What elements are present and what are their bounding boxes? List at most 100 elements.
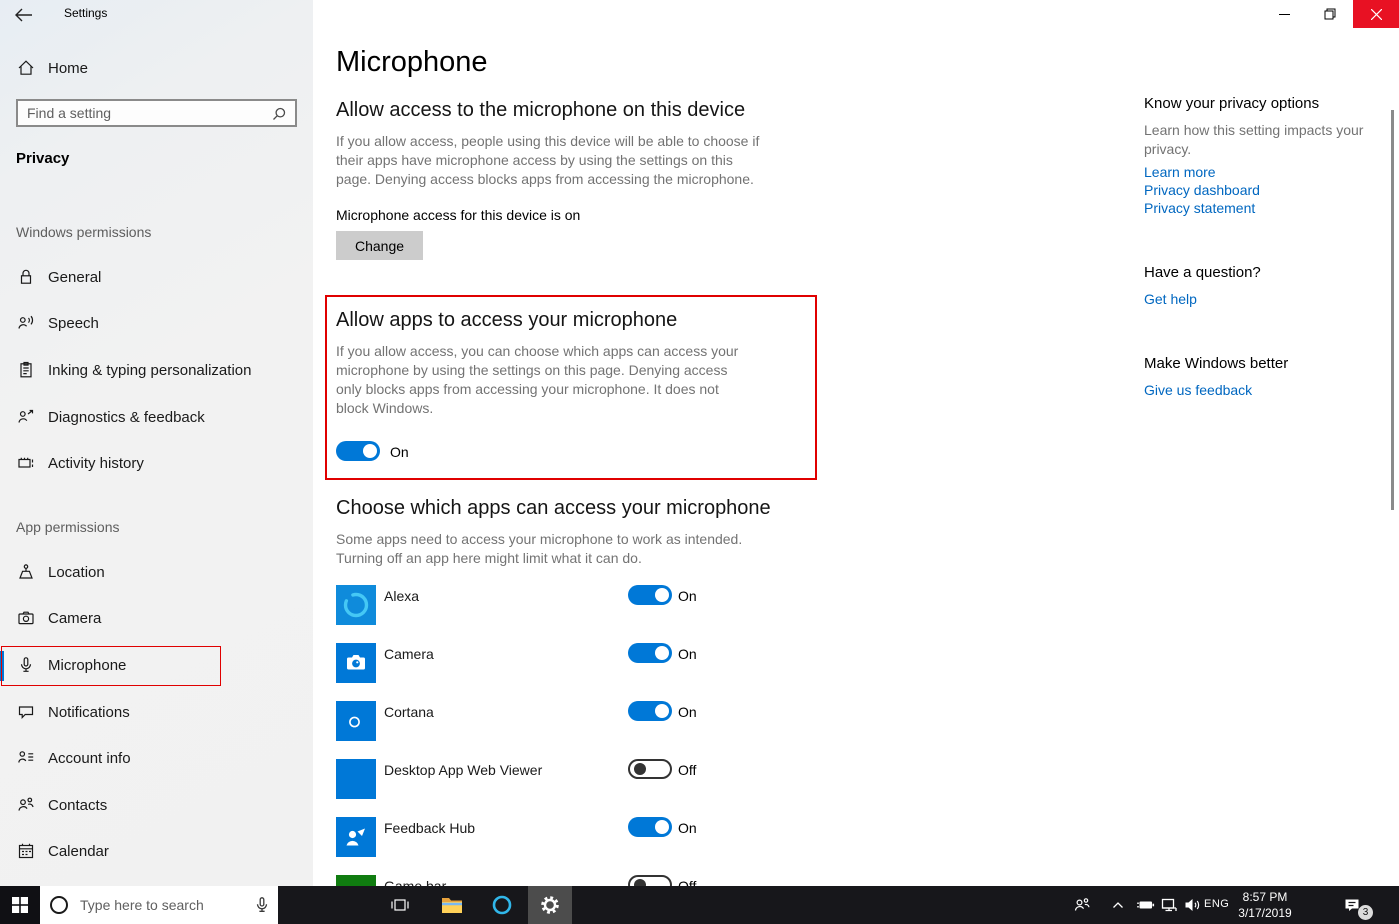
start-button[interactable] bbox=[0, 886, 40, 924]
app-row-cortana: Cortana On bbox=[336, 701, 816, 741]
back-arrow-icon bbox=[15, 8, 33, 22]
scrollbar[interactable] bbox=[1391, 110, 1394, 510]
clipboard-icon bbox=[16, 360, 36, 380]
sidebar: Settings Home Privacy Windows permission… bbox=[0, 0, 313, 886]
contacts-icon bbox=[16, 795, 36, 815]
battery-icon[interactable] bbox=[1136, 895, 1156, 915]
privacy-options-description: Learn how this setting impacts your priv… bbox=[1144, 121, 1369, 159]
change-button[interactable]: Change bbox=[336, 231, 423, 260]
camera-app-icon bbox=[336, 643, 376, 683]
desktop-app-web-viewer-toggle[interactable] bbox=[628, 759, 672, 779]
close-icon bbox=[1371, 9, 1382, 20]
search-box bbox=[16, 99, 297, 127]
section-header-app-permissions: App permissions bbox=[16, 519, 120, 535]
device-access-status: Microphone access for this device is on bbox=[336, 207, 580, 223]
sidebar-item-location[interactable]: Location bbox=[0, 552, 313, 592]
feedback-hub-toggle[interactable] bbox=[628, 817, 672, 837]
back-button[interactable] bbox=[8, 1, 40, 29]
people-icon[interactable] bbox=[1072, 895, 1092, 915]
home-icon bbox=[16, 58, 36, 78]
restore-icon bbox=[1324, 8, 1336, 20]
make-windows-better-title: Make Windows better bbox=[1144, 355, 1288, 372]
notifications-icon bbox=[16, 702, 36, 722]
cortana-toggle[interactable] bbox=[628, 701, 672, 721]
camera-toggle[interactable] bbox=[628, 643, 672, 663]
get-help-link[interactable]: Get help bbox=[1144, 291, 1197, 307]
taskbar-search-box[interactable]: Type here to search bbox=[40, 886, 278, 924]
minimize-icon bbox=[1279, 9, 1290, 20]
device-access-title: Allow access to the microphone on this d… bbox=[336, 99, 745, 122]
sidebar-item-calendar[interactable]: Calendar bbox=[0, 831, 313, 871]
account-info-icon bbox=[16, 748, 36, 768]
alexa-toggle[interactable] bbox=[628, 585, 672, 605]
search-input[interactable] bbox=[27, 105, 267, 121]
page-title: Microphone bbox=[336, 46, 488, 79]
sidebar-item-contacts[interactable]: Contacts bbox=[0, 785, 313, 825]
app-row-feedback-hub: Feedback Hub On bbox=[336, 817, 816, 857]
close-button[interactable] bbox=[1353, 0, 1399, 28]
sidebar-item-notifications[interactable]: Notifications bbox=[0, 692, 313, 732]
sidebar-item-diagnostics[interactable]: Diagnostics & feedback bbox=[0, 397, 313, 437]
microphone-icon bbox=[16, 655, 36, 675]
taskbar-search-placeholder: Type here to search bbox=[80, 897, 204, 913]
category-title: Privacy bbox=[16, 150, 69, 167]
search-icon[interactable] bbox=[271, 106, 287, 122]
notification-badge: 3 bbox=[1358, 905, 1373, 920]
sidebar-item-inking[interactable]: Inking & typing personalization bbox=[0, 350, 313, 390]
location-icon bbox=[16, 562, 36, 582]
privacy-statement-link[interactable]: Privacy statement bbox=[1144, 200, 1255, 216]
camera-icon bbox=[16, 608, 36, 628]
app-access-toggle-label: On bbox=[390, 444, 409, 460]
choose-apps-title: Choose which apps can access your microp… bbox=[336, 497, 771, 520]
taskbar: Type here to search ENG 8:57 PM 3/17/201… bbox=[0, 886, 1399, 924]
tray-chevron-up-icon[interactable] bbox=[1108, 895, 1128, 915]
window-title: Settings bbox=[64, 6, 107, 20]
diagnostics-icon bbox=[16, 407, 36, 427]
sidebar-item-general[interactable]: General bbox=[0, 257, 313, 297]
device-access-description: If you allow access, people using this d… bbox=[336, 132, 768, 189]
privacy-options-title: Know your privacy options bbox=[1144, 95, 1319, 112]
cortana-icon bbox=[48, 894, 70, 916]
minimize-button[interactable] bbox=[1261, 0, 1307, 28]
have-a-question-title: Have a question? bbox=[1144, 264, 1261, 281]
sidebar-item-microphone[interactable]: Microphone bbox=[0, 645, 313, 685]
privacy-dashboard-link[interactable]: Privacy dashboard bbox=[1144, 182, 1260, 198]
settings-taskbar-button[interactable] bbox=[528, 886, 572, 924]
network-icon[interactable] bbox=[1159, 895, 1179, 915]
app-access-title: Allow apps to access your microphone bbox=[336, 309, 677, 332]
alexa-icon bbox=[491, 894, 513, 916]
file-explorer-icon bbox=[441, 896, 463, 914]
selected-accent-bar bbox=[0, 651, 4, 681]
lock-icon bbox=[16, 267, 36, 287]
windows-logo-icon bbox=[12, 897, 28, 913]
file-explorer-button[interactable] bbox=[430, 886, 474, 924]
give-us-feedback-link[interactable]: Give us feedback bbox=[1144, 382, 1252, 398]
sidebar-item-speech[interactable]: Speech bbox=[0, 303, 313, 343]
clock-date: 3/17/2019 bbox=[1234, 905, 1296, 921]
alexa-app-icon bbox=[336, 585, 376, 625]
app-access-toggle[interactable] bbox=[336, 441, 380, 461]
language-indicator[interactable]: ENG bbox=[1204, 898, 1229, 910]
app-row-alexa: Alexa On bbox=[336, 585, 816, 625]
taskbar-search-mic-icon[interactable] bbox=[252, 895, 272, 915]
feedback-hub-app-icon bbox=[336, 817, 376, 857]
clock-time: 8:57 PM bbox=[1234, 889, 1296, 905]
desktop-app-web-viewer-app-icon bbox=[336, 759, 376, 799]
sidebar-item-home[interactable]: Home bbox=[0, 48, 313, 88]
task-view-icon bbox=[390, 895, 410, 915]
cortana-app-icon bbox=[336, 701, 376, 741]
speech-icon bbox=[16, 313, 36, 333]
app-row-camera: Camera On bbox=[336, 643, 816, 683]
clock[interactable]: 8:57 PM 3/17/2019 bbox=[1234, 889, 1296, 921]
speaker-icon[interactable] bbox=[1182, 895, 1202, 915]
app-row-desktop-app-web-viewer: Desktop App Web Viewer Off bbox=[336, 759, 816, 799]
activity-history-icon bbox=[16, 453, 36, 473]
maximize-button[interactable] bbox=[1307, 0, 1353, 28]
task-view-button[interactable] bbox=[378, 886, 422, 924]
sidebar-item-account-info[interactable]: Account info bbox=[0, 738, 313, 778]
sidebar-item-camera[interactable]: Camera bbox=[0, 598, 313, 638]
learn-more-link[interactable]: Learn more bbox=[1144, 164, 1216, 180]
calendar-icon bbox=[16, 841, 36, 861]
alexa-taskbar-button[interactable] bbox=[480, 886, 524, 924]
sidebar-item-activity-history[interactable]: Activity history bbox=[0, 443, 313, 483]
